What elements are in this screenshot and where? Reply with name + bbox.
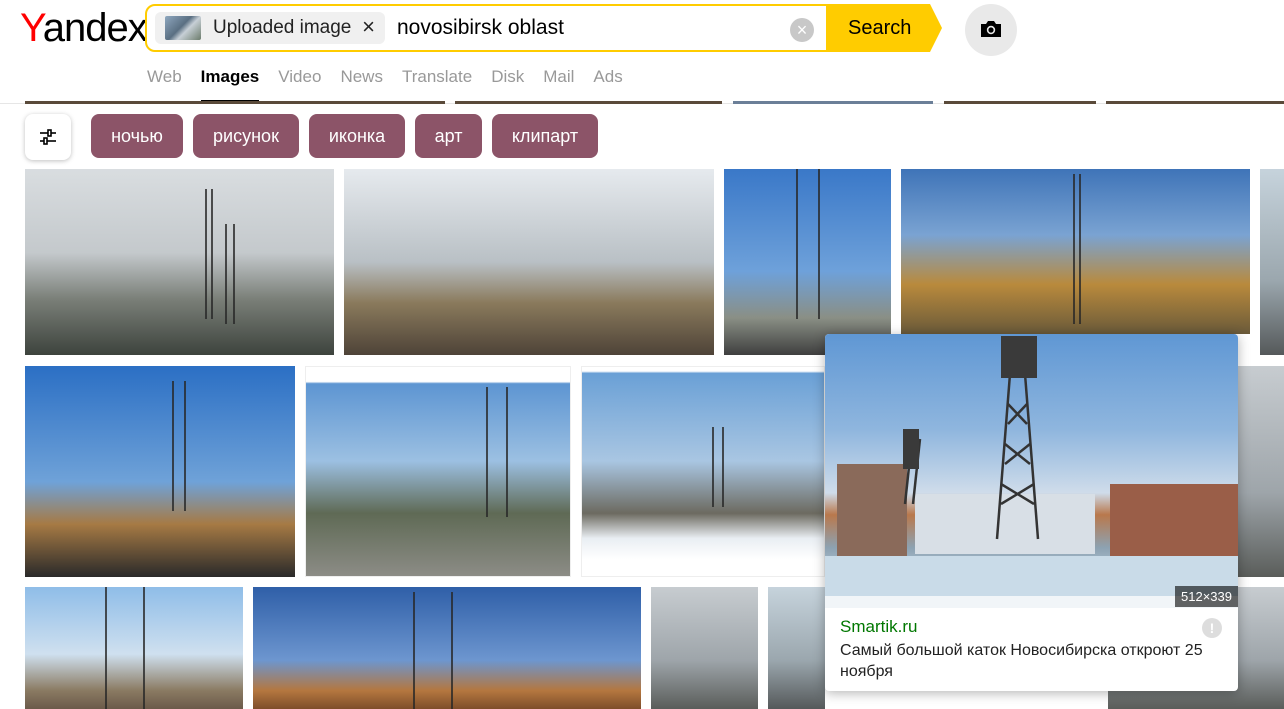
image-result[interactable] <box>901 169 1250 334</box>
sliders-icon <box>40 129 56 145</box>
image-result[interactable] <box>651 587 758 709</box>
image-result[interactable] <box>253 587 641 709</box>
tab-video[interactable]: Video <box>278 67 321 103</box>
image-dimensions: 512×339 <box>1175 586 1238 607</box>
tab-images[interactable]: Images <box>200 67 259 103</box>
image-result[interactable] <box>305 366 571 577</box>
report-icon[interactable]: ! <box>1202 618 1222 638</box>
image-result[interactable] <box>581 366 825 577</box>
tag-button[interactable]: арт <box>415 114 482 158</box>
tag-button[interactable]: ночью <box>91 114 183 158</box>
preview-image[interactable] <box>825 334 1238 608</box>
source-link[interactable]: Smartik.ru <box>840 617 917 637</box>
image-result[interactable] <box>25 587 243 709</box>
tab-ads[interactable]: Ads <box>593 67 622 103</box>
search-box[interactable]: Uploaded image × novosibirsk oblast × <box>145 4 835 52</box>
filter-bar: ночью рисунок иконка арт клипарт <box>0 108 1284 166</box>
image-result[interactable] <box>724 169 891 355</box>
image-result[interactable] <box>344 169 714 355</box>
search-input[interactable]: novosibirsk oblast <box>397 16 564 40</box>
yandex-logo[interactable]: Yandex <box>20 6 148 51</box>
header: Yandex Uploaded image × novosibirsk obla… <box>0 0 1284 104</box>
tab-disk[interactable]: Disk <box>491 67 524 103</box>
tag-button[interactable]: рисунок <box>193 114 299 158</box>
image-row-strip <box>1106 101 1284 104</box>
tab-web[interactable]: Web <box>147 67 182 103</box>
tab-mail[interactable]: Mail <box>543 67 574 103</box>
image-result[interactable] <box>1238 366 1284 577</box>
preview-title[interactable]: Самый большой каток Новосибирска откроют… <box>840 640 1225 682</box>
image-result[interactable] <box>25 169 334 355</box>
tab-translate[interactable]: Translate <box>402 67 472 103</box>
image-result[interactable] <box>1260 169 1284 355</box>
camera-search-button[interactable] <box>965 4 1017 56</box>
search-tabs: Web Images Video News Translate Disk Mai… <box>147 67 642 103</box>
uploaded-image-label: Uploaded image <box>213 17 352 38</box>
filter-settings-button[interactable] <box>25 114 71 160</box>
remove-image-button[interactable]: × <box>362 14 375 40</box>
search-button[interactable]: Search <box>826 4 942 52</box>
camera-icon <box>981 21 1001 37</box>
image-row-strip <box>455 101 722 104</box>
image-preview-card[interactable]: 512×339 Smartik.ru ! Самый большой каток… <box>825 334 1238 691</box>
image-result[interactable] <box>768 587 825 709</box>
image-row-strip <box>733 101 933 104</box>
tag-button[interactable]: клипарт <box>492 114 598 158</box>
image-row-strip <box>25 101 445 104</box>
tab-news[interactable]: News <box>340 67 383 103</box>
uploaded-image-chip[interactable]: Uploaded image × <box>155 12 385 44</box>
image-result[interactable] <box>25 366 295 577</box>
tag-button[interactable]: иконка <box>309 114 405 158</box>
search-button-label: Search <box>848 17 912 39</box>
clear-search-button[interactable]: × <box>790 18 814 42</box>
image-row-strip <box>944 101 1096 104</box>
uploaded-image-thumbnail <box>165 16 201 40</box>
